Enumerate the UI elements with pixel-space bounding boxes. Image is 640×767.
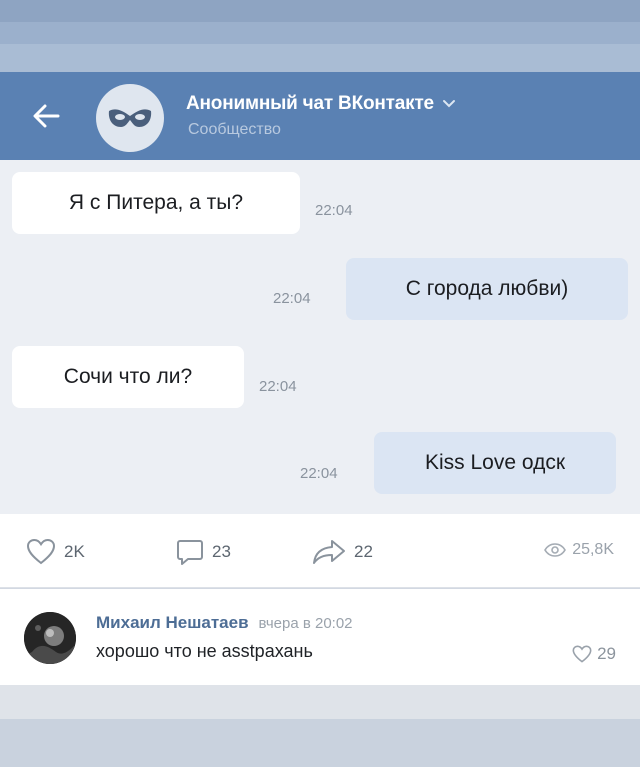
message-time: 22:04 <box>259 378 297 395</box>
mask-icon <box>108 109 152 127</box>
message-time: 22:04 <box>273 290 311 307</box>
commenter-avatar[interactable] <box>24 612 76 664</box>
eye-icon <box>544 543 567 557</box>
comment-likes-count: 29 <box>597 644 616 663</box>
comments-count: 23 <box>212 542 231 561</box>
user-photo-icon <box>24 612 76 664</box>
comment-author-link[interactable]: Михаил Нешатаев <box>96 613 249 633</box>
comment-button[interactable]: 23 <box>176 538 231 566</box>
background-bottom-band <box>0 685 640 767</box>
message-text: Я с Питера, а ты? <box>68 191 244 214</box>
back-button[interactable] <box>28 98 64 134</box>
background-top-band <box>0 0 640 72</box>
message-text: Сочи что ли? <box>63 365 193 388</box>
comment-header: Михаил Нешатаев вчера в 20:02 <box>96 613 353 633</box>
comment-like-button[interactable]: 29 <box>572 644 616 664</box>
message-list: Я с Питера, а ты? 22:04 С города любви) … <box>0 160 640 514</box>
community-avatar[interactable] <box>96 84 164 152</box>
message-bubble-incoming: Сочи что ли? <box>12 346 244 408</box>
chat-subtitle: Сообщество <box>188 121 281 138</box>
share-icon <box>313 540 345 564</box>
message-time: 22:04 <box>315 202 353 219</box>
arrow-left-icon <box>33 104 60 128</box>
chat-title: Анонимный чат ВКонтакте <box>186 93 434 114</box>
share-button[interactable]: 22 <box>312 538 373 566</box>
message-time: 22:04 <box>300 465 338 482</box>
comment-text: хорошо что не asstрахань <box>96 641 313 661</box>
likes-count: 2K <box>64 541 85 561</box>
views-counter: 25,8K <box>544 541 614 559</box>
message-text: Kiss Love одск <box>424 451 566 474</box>
views-count: 25,8K <box>572 541 614 558</box>
shares-count: 22 <box>354 542 373 561</box>
chevron-down-icon <box>442 100 455 108</box>
heart-icon <box>26 538 56 565</box>
comment-item: Михаил Нешатаев вчера в 20:02 хорошо что… <box>0 589 640 685</box>
like-button[interactable]: 2K <box>26 538 85 565</box>
post-actions-bar: 2K 23 22 25,8K <box>0 514 640 588</box>
message-text: С города любви) <box>405 277 569 300</box>
message-bubble-outgoing: С города любви) <box>346 258 628 320</box>
comment-date: вчера в 20:02 <box>258 615 353 632</box>
comment-icon <box>177 540 203 565</box>
chat-title-dropdown[interactable]: Анонимный чат ВКонтакте <box>186 91 456 117</box>
message-bubble-incoming: Я с Питера, а ты? <box>12 172 300 234</box>
message-bubble-outgoing: Kiss Love одск <box>374 432 616 494</box>
chat-header: Анонимный чат ВКонтакте Сообщество <box>0 72 640 160</box>
heart-icon <box>572 645 592 663</box>
